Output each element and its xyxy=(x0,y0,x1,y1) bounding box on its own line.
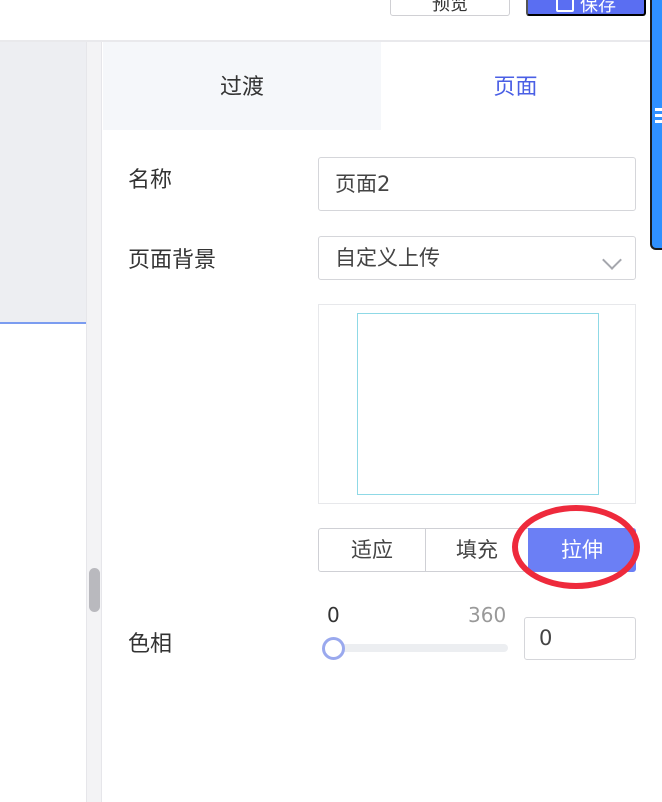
hue-min-label: 0 xyxy=(327,603,340,627)
chevron-down-icon xyxy=(602,250,622,270)
side-drawer-tab[interactable] xyxy=(650,0,662,250)
scrollbar-track[interactable] xyxy=(86,42,102,802)
scrollbar-thumb[interactable] xyxy=(89,568,100,612)
preview-button[interactable]: 预览 xyxy=(390,0,510,16)
canvas-area[interactable] xyxy=(0,42,86,322)
tab-page[interactable]: 页面 xyxy=(381,42,650,130)
page-background-label: 页面背景 xyxy=(128,248,217,273)
save-button[interactable]: 保存 xyxy=(526,0,646,16)
canvas-lower-area xyxy=(0,324,86,802)
hue-label: 色相 xyxy=(128,632,173,657)
name-input[interactable]: 页面2 xyxy=(318,157,636,211)
tab-transition[interactable]: 过渡 xyxy=(103,42,381,130)
hue-max-label: 360 xyxy=(468,603,507,627)
fit-option-fit[interactable]: 适应 xyxy=(318,528,426,572)
background-preview-image xyxy=(357,313,599,495)
background-select[interactable]: 自定义上传 xyxy=(318,236,636,280)
background-preview[interactable] xyxy=(318,304,636,504)
top-toolbar: 预览 保存 xyxy=(0,0,662,40)
annotation-circle xyxy=(512,505,640,589)
save-icon xyxy=(556,0,574,13)
hue-slider-track[interactable] xyxy=(330,644,508,652)
hue-input[interactable]: 0 xyxy=(524,617,636,660)
grip-icon xyxy=(655,108,662,111)
name-label: 名称 xyxy=(128,168,173,193)
hue-slider-handle[interactable] xyxy=(322,637,345,660)
